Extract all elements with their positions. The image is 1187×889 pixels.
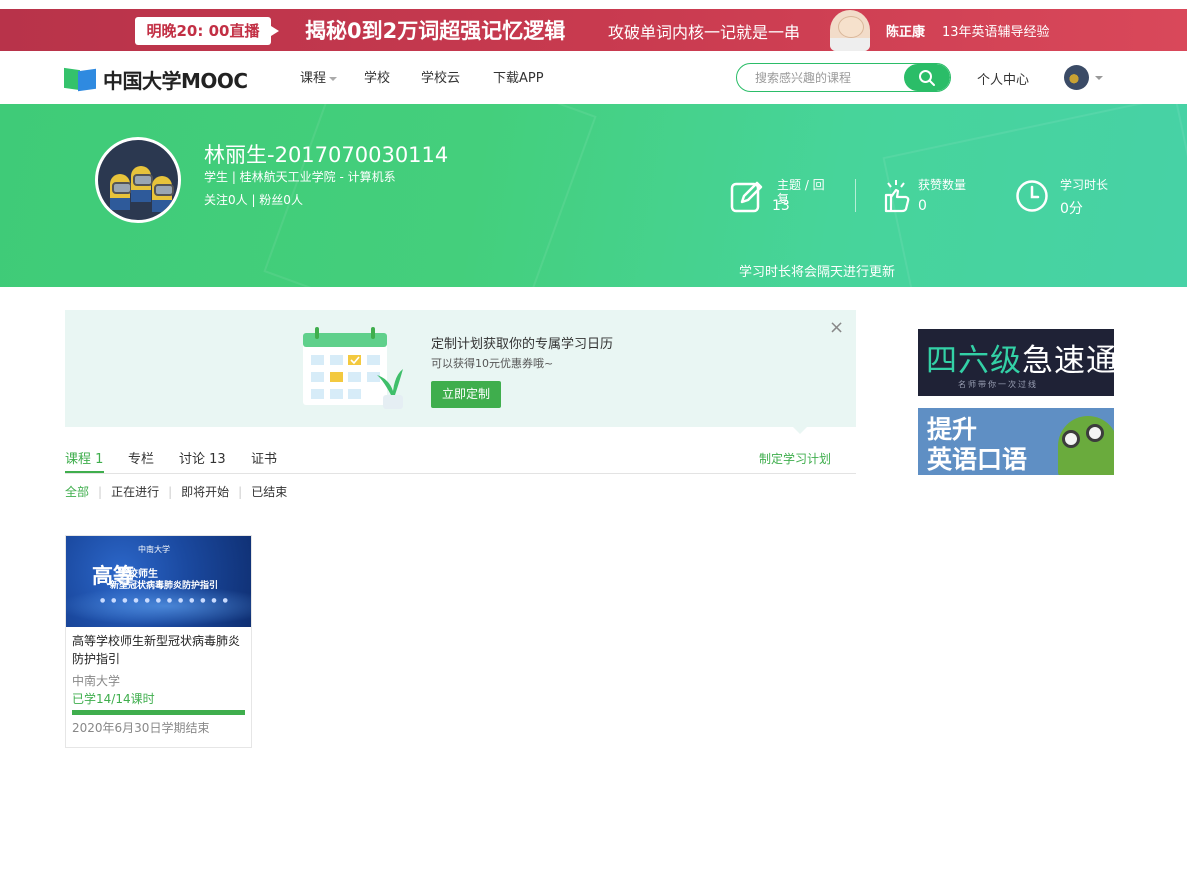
course-filters: 全部 | 正在进行 | 即将开始 | 已结束 xyxy=(65,483,287,500)
personal-center-link[interactable]: 个人中心 xyxy=(977,69,1029,88)
profile-name: 林丽生-2017070030114 xyxy=(204,143,449,167)
course-progress-bar xyxy=(72,710,245,715)
filter-ended[interactable]: 已结束 xyxy=(251,483,287,500)
nav-item-download-app[interactable]: 下载APP xyxy=(493,67,544,86)
nav-item-courses[interactable]: 课程 xyxy=(300,67,338,86)
ad-oral-english-banner[interactable]: 提升 英语口语 xyxy=(918,408,1114,475)
thumbnail-line-2: 新型冠状病毒肺炎防护指引 xyxy=(110,581,219,591)
promo-live-badge: 明晚20: 00直播 xyxy=(135,17,279,45)
active-tab-indicator xyxy=(65,471,104,473)
course-thumbnail[interactable]: 中南大学 高等 学校师生 新型冠状病毒肺炎防护指引 ● ● ● ● ● ● ● … xyxy=(66,536,251,627)
tab-courses[interactable]: 课程 1 xyxy=(65,448,103,467)
stat-label-likes: 获赞数量 xyxy=(918,178,967,192)
close-icon[interactable]: × xyxy=(829,317,844,338)
avatar-image xyxy=(131,166,153,202)
logo-text: 中国大学MOOC xyxy=(103,68,248,93)
profile-header: 林丽生-2017070030114 学生 | 桂林航天工业学院 - 计算机系 关… xyxy=(0,104,1187,287)
avatar-image xyxy=(152,176,174,212)
profile-avatar[interactable] xyxy=(95,137,181,223)
hero-decoration xyxy=(263,104,597,287)
filter-upcoming[interactable]: 即将开始 xyxy=(181,483,229,500)
filter-separator: | xyxy=(238,485,243,499)
filter-all[interactable]: 全部 xyxy=(65,483,89,500)
monster-illustration xyxy=(1058,416,1114,475)
like-icon xyxy=(884,180,910,213)
chevron-down-icon[interactable] xyxy=(1095,76,1103,80)
avatar-image xyxy=(110,174,132,210)
chevron-down-icon xyxy=(329,76,338,81)
promo-teacher-experience: 13年英语辅导经验 xyxy=(942,25,1050,40)
nav-item-schools[interactable]: 学校 xyxy=(364,67,390,86)
nav-item-school-cloud[interactable]: 学校云 xyxy=(421,67,460,86)
ad-cet-title-part1: 四六级 xyxy=(926,343,1022,379)
search-icon xyxy=(919,70,935,86)
profile-tabs: 课程 1 专栏 讨论 13 证书 制定学习计划 xyxy=(65,446,856,474)
search-input[interactable] xyxy=(737,64,905,91)
stat-label-study-time: 学习时长 xyxy=(1060,178,1109,192)
tab-columns[interactable]: 专栏 xyxy=(128,448,154,467)
calendar-promo-subtitle: 可以获得10元优惠券哦~ xyxy=(431,357,554,370)
profile-school: 学生 | 桂林航天工业学院 - 计算机系 xyxy=(204,170,396,184)
teacher-photo xyxy=(830,10,870,51)
course-school: 中南大学 xyxy=(72,674,121,688)
clock-icon xyxy=(1016,180,1048,212)
nav-item-courses-label: 课程 xyxy=(300,71,327,86)
promo-banner[interactable]: 明晚20: 00直播 揭秘0到2万词超强记忆逻辑 攻破单词内核一记就是一串 陈正… xyxy=(0,9,1187,51)
course-progress-fill xyxy=(72,710,245,715)
customize-plan-button[interactable]: 立即定制 xyxy=(431,381,501,408)
search-box xyxy=(736,63,951,92)
profile-follow-info[interactable]: 关注0人 | 粉丝0人 xyxy=(204,191,303,208)
make-study-plan-link[interactable]: 制定学习计划 xyxy=(759,450,831,467)
ad-cet-title: 四六级急速通关 xyxy=(926,335,1114,380)
ad-cet-banner[interactable]: 四六级急速通关 名师带你一次过线 xyxy=(918,329,1114,396)
thumbnail-glow xyxy=(66,586,251,626)
logo-book-icon xyxy=(64,67,98,92)
promo-teacher-name: 陈正康 xyxy=(886,25,926,40)
promo-subtitle: 攻破单词内核一记就是一串 xyxy=(608,23,801,42)
promo-title: 揭秘0到2万词超强记忆逻辑 xyxy=(305,19,566,43)
top-nav: 中国大学MOOC 课程 学校 学校云 下载APP 个人中心 xyxy=(0,51,1187,104)
ad-oral-line-2: 英语口语 xyxy=(927,445,1028,474)
site-logo[interactable]: 中国大学MOOC xyxy=(64,65,248,93)
course-progress-text: 已学14/14课时 xyxy=(72,692,155,706)
monster-eye xyxy=(1062,430,1080,448)
calendar-promo-title: 定制计划获取你的专属学习日历 xyxy=(431,337,614,352)
course-title[interactable]: 高等学校师生新型冠状病毒肺炎防护指引 xyxy=(72,632,247,668)
course-card[interactable]: 中南大学 高等 学校师生 新型冠状病毒肺炎防护指引 ● ● ● ● ● ● ● … xyxy=(65,535,252,748)
edit-icon xyxy=(730,181,763,213)
course-end-date: 2020年6月30日学期结束 xyxy=(72,721,210,735)
calendar-icon xyxy=(303,327,403,409)
study-time-note: 学习时长将会隔天进行更新 xyxy=(739,265,896,280)
search-button[interactable] xyxy=(904,64,950,91)
ad-cet-title-part2: 急速通关 xyxy=(1022,343,1114,379)
thumbnail-university: 中南大学 xyxy=(138,545,170,554)
stat-value-study-time: 0分 xyxy=(1060,201,1083,217)
tab-discussions[interactable]: 讨论 13 xyxy=(179,448,226,467)
ad-cet-subtitle: 名师带你一次过线 xyxy=(958,380,1038,389)
filter-separator: | xyxy=(98,485,103,499)
user-avatar[interactable] xyxy=(1064,65,1089,90)
stat-divider xyxy=(855,179,856,212)
tab-certificates[interactable]: 证书 xyxy=(251,448,277,467)
study-calendar-promo: 定制计划获取你的专属学习日历 可以获得10元优惠券哦~ 立即定制 × xyxy=(65,310,856,434)
stat-value-likes: 0 xyxy=(918,198,927,214)
filter-separator: | xyxy=(168,485,173,499)
monster-eye xyxy=(1086,424,1104,442)
stat-value-posts: 13 xyxy=(772,198,790,214)
thumbnail-pattern: ● ● ● ● ● ● ● ● ● ● ● ● xyxy=(100,597,230,604)
filter-in-progress[interactable]: 正在进行 xyxy=(111,483,159,500)
